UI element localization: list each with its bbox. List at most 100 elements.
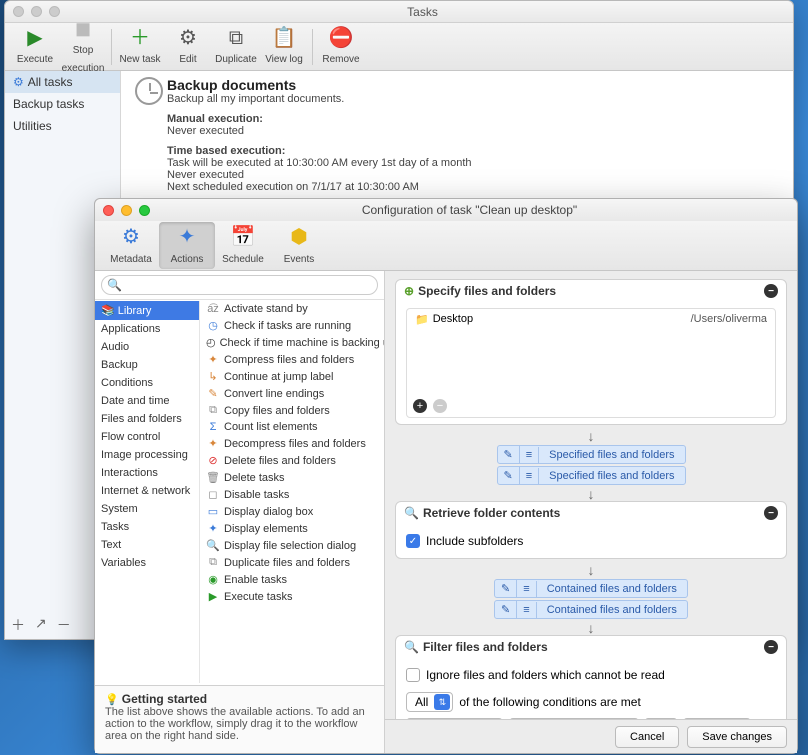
action-list[interactable]: a͡zActivate stand by◷Check if tasks are … [200,301,384,683]
category-item[interactable]: Interactions [95,464,199,482]
stop-execution-button[interactable]: ◼Stop execution [59,18,107,76]
category-item[interactable]: 📚 Library [95,301,199,320]
match-mode-select[interactable]: All ⇅ [406,692,453,712]
action-item[interactable]: ⊘Delete files and folders [200,452,384,469]
sidebar-all-tasks[interactable]: ⚙All tasks [5,71,120,93]
tab-actions[interactable]: ✦Actions [159,222,215,269]
remove-step-button[interactable]: − [764,640,778,654]
minimize-icon[interactable] [31,6,42,17]
flow-pill[interactable]: ✎ ≡ Contained files and folders [494,600,688,619]
toolbar-label: View log [265,54,303,65]
remove-group-icon[interactable]: － [57,615,71,635]
close-icon[interactable] [13,6,24,17]
action-icon: ⊘ [206,454,220,467]
category-item[interactable]: Backup [95,356,199,374]
category-item[interactable]: Tasks [95,518,199,536]
task-row[interactable]: Backup documentsBackup all my important … [121,71,793,200]
flow-pill[interactable]: ✎ ≡ Specified files and folders [497,466,686,485]
action-item[interactable]: ◉Enable tasks [200,571,384,588]
execute-button[interactable]: ▶Execute [11,27,59,67]
duplicate-button-icon: ⧉ [212,27,260,49]
new-task-button[interactable]: ＋New task [116,27,164,67]
category-item[interactable]: Audio [95,338,199,356]
category-item[interactable]: Date and time [95,392,199,410]
sidebar-backup-tasks[interactable]: Backup tasks [5,93,120,115]
duplicate-button[interactable]: ⧉Duplicate [212,27,260,67]
action-item[interactable]: ◷Check if tasks are running [200,317,384,334]
edit-icon[interactable]: ✎ [495,601,517,618]
action-item[interactable]: ✦Decompress files and folders [200,435,384,452]
close-icon[interactable] [103,205,114,216]
category-item[interactable]: Text [95,536,199,554]
traffic-lights[interactable] [13,6,60,17]
remove-step-button[interactable]: − [764,506,778,520]
share-icon[interactable]: ↗ [35,615,47,635]
sidebar-utilities[interactable]: Utilities [5,115,120,137]
action-item[interactable]: ΣCount list elements [200,419,384,435]
list-icon[interactable]: ≡ [520,468,539,484]
action-item[interactable]: ◻Disable tasks [200,486,384,503]
action-item[interactable]: ⧉Copy files and folders [200,402,384,419]
edit-icon[interactable]: ✎ [495,580,517,597]
add-task-icon[interactable]: ＋ [11,615,25,635]
clock-icon [135,77,163,105]
edit-icon[interactable]: ✎ [498,446,520,463]
file-list[interactable]: 📁 Desktop /Users/oliverma + − [406,308,776,418]
action-item[interactable]: 🗑Delete tasks [200,469,384,486]
help-body: The list above shows the available actio… [105,706,374,742]
action-item[interactable]: ↳Continue at jump label [200,368,384,385]
flow-pill[interactable]: ✎ ≡ Specified files and folders [497,445,686,464]
category-item[interactable]: Variables [95,554,199,572]
minimize-icon[interactable] [121,205,132,216]
category-item[interactable]: Applications [95,320,199,338]
zoom-icon[interactable] [139,205,150,216]
flow-pill[interactable]: ✎ ≡ Contained files and folders [494,579,688,598]
action-label: Check if time machine is backing up dat [220,337,384,349]
category-item[interactable]: System [95,500,199,518]
action-item[interactable]: ✦Display elements [200,520,384,537]
action-search-input[interactable] [101,275,378,295]
action-item[interactable]: ▭Display dialog box [200,503,384,520]
category-item[interactable]: Image processing [95,446,199,464]
action-icon: ⧉ [206,556,220,569]
action-item[interactable]: ◴Check if time machine is backing up dat [200,334,384,351]
action-item[interactable]: 🔍Display file selection dialog [200,537,384,554]
tab-events[interactable]: ⬢Events [271,222,327,269]
search-icon: 🔍 [404,506,419,520]
remove-button[interactable]: ⛔Remove [317,27,365,67]
include-subfolders-checkbox[interactable]: ✓ [406,534,420,548]
edit-icon[interactable]: ✎ [498,467,520,484]
category-item[interactable]: Files and folders [95,410,199,428]
category-list[interactable]: 📚 LibraryApplicationsAudioBackupConditio… [95,301,200,683]
list-icon[interactable]: ≡ [520,447,539,463]
view-log-button[interactable]: 📋View log [260,27,308,67]
list-icon[interactable]: ≡ [517,581,536,597]
plus-circle-icon: ⊕ [404,284,414,298]
tab-schedule[interactable]: 📅Schedule [215,222,271,269]
file-row[interactable]: 📁 Desktop /Users/oliverma [407,309,775,330]
add-file-button[interactable]: + [413,399,427,413]
action-item[interactable]: ✦Compress files and folders [200,351,384,368]
list-icon[interactable]: ≡ [517,602,536,618]
action-item[interactable]: ▶Execute tasks [200,588,384,605]
action-item[interactable]: a͡zActivate stand by [200,301,384,317]
lightbulb-icon: 💡 [105,694,119,706]
ignore-unreadable-checkbox[interactable] [406,668,420,682]
zoom-icon[interactable] [49,6,60,17]
tab-label: Schedule [222,254,264,265]
category-item[interactable]: Flow control [95,428,199,446]
cancel-button[interactable]: Cancel [615,726,679,748]
action-item[interactable]: ✎Convert line endings [200,385,384,402]
remove-file-button[interactable]: − [433,399,447,413]
action-icon: ◷ [206,319,220,332]
tab-metadata[interactable]: ⚙Metadata [103,222,159,269]
edit-button[interactable]: ⚙Edit [164,27,212,67]
action-item[interactable]: ⧉Duplicate files and folders [200,554,384,571]
remove-step-button[interactable]: − [764,284,778,298]
traffic-lights[interactable] [103,205,150,216]
category-item[interactable]: Conditions [95,374,199,392]
save-button[interactable]: Save changes [687,726,787,748]
category-item[interactable]: Internet & network [95,482,199,500]
toolbar-label: Remove [322,54,359,65]
toolbar-label: Execute [17,54,53,65]
